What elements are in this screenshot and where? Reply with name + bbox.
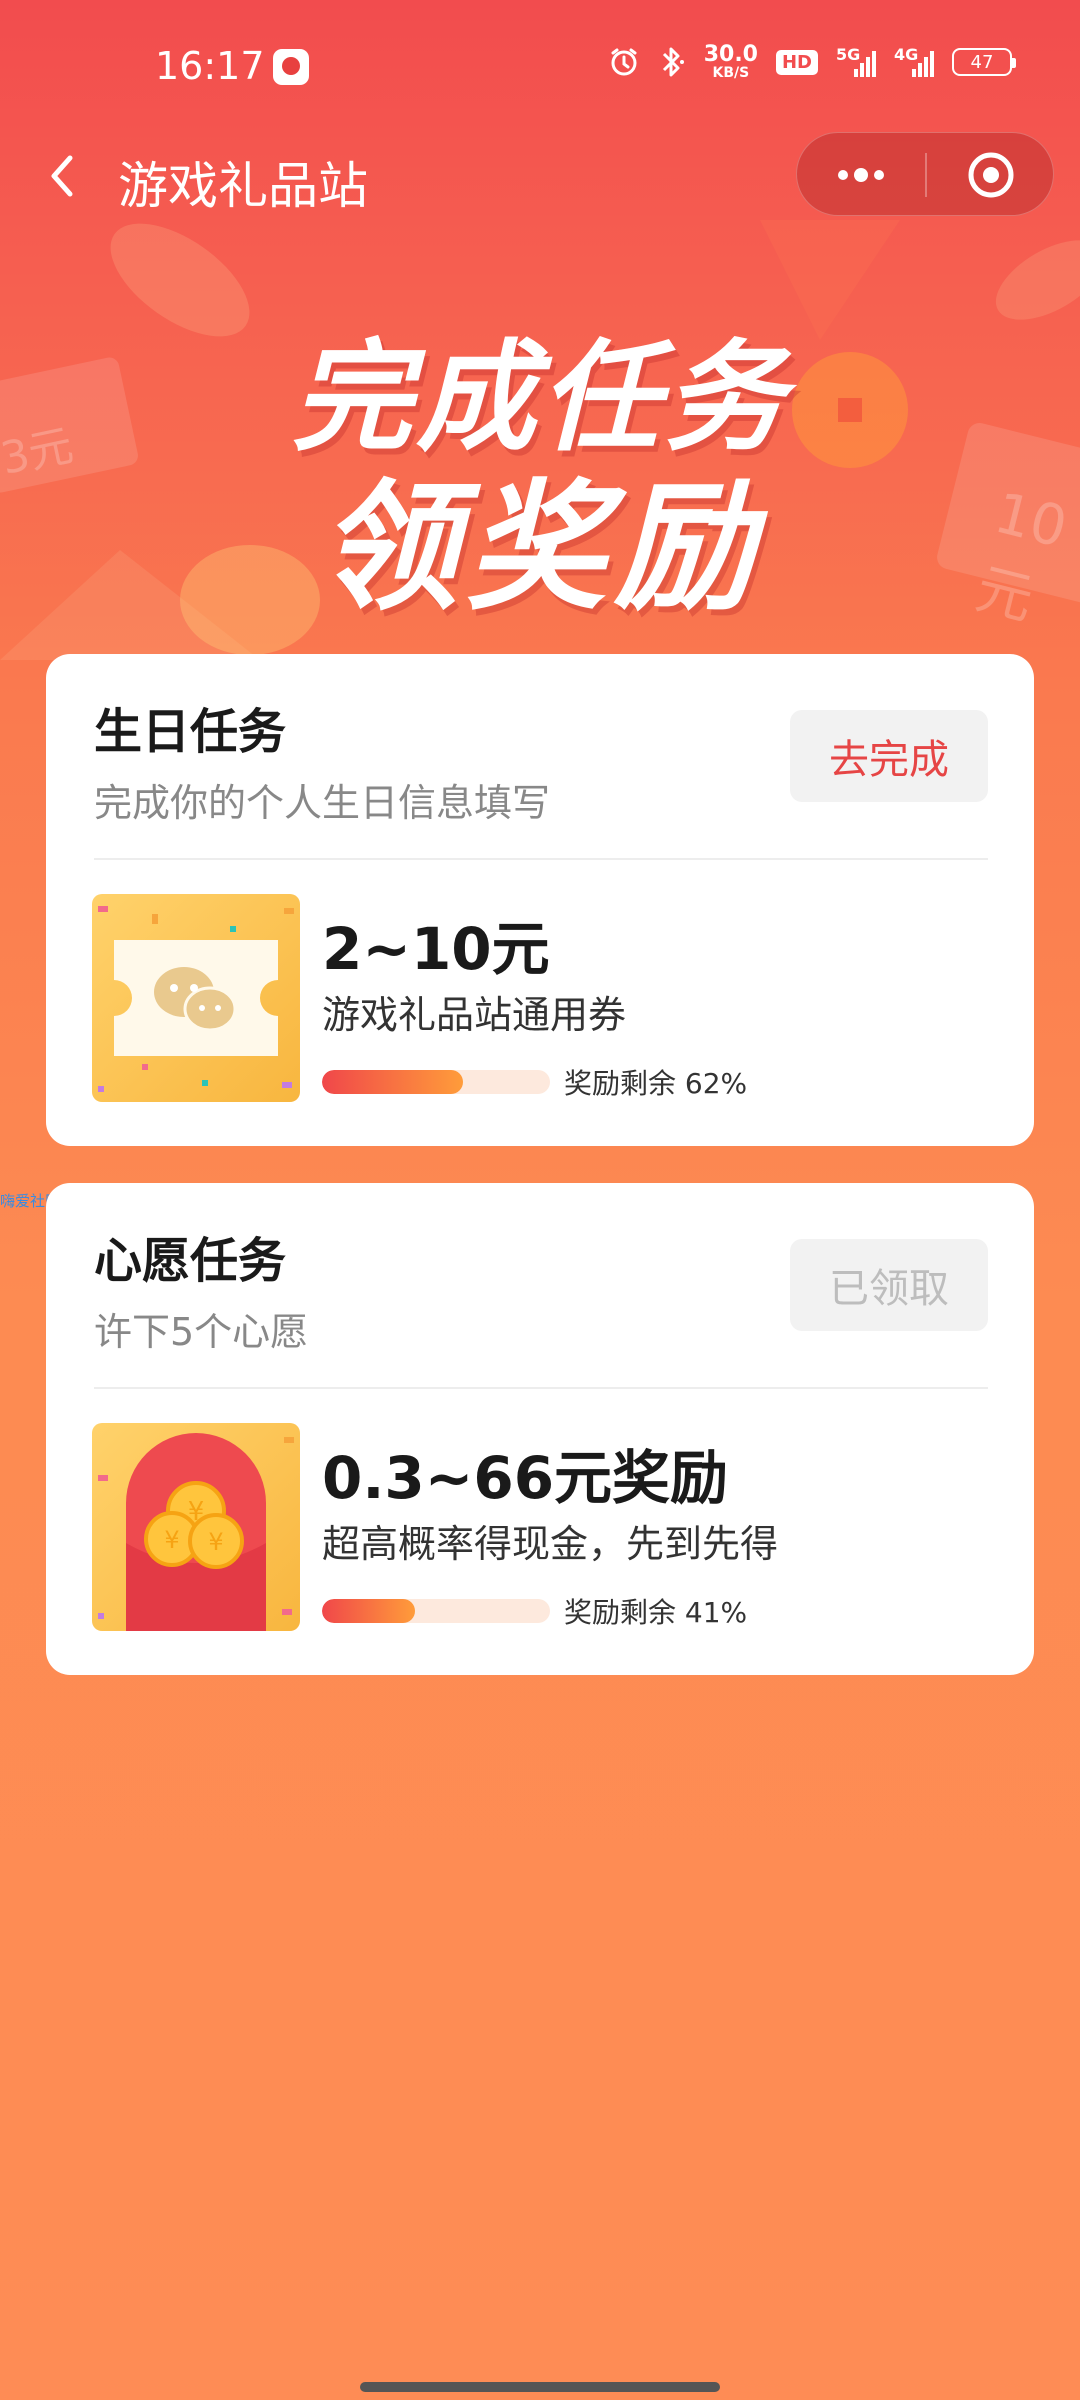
task-title: 生日任务 xyxy=(94,704,287,760)
status-bar: 16:17 30.0 KB/S HD 5G 4G 47 xyxy=(0,0,1080,130)
reward-progress-fill xyxy=(322,1599,416,1623)
task-desc: 完成你的个人生日信息填写 xyxy=(94,781,551,825)
reward-progress-fill xyxy=(322,1070,464,1094)
wechat-coupon-icon xyxy=(92,894,300,1102)
alarm-icon xyxy=(608,46,640,78)
reward-desc: 超高概率得现金，先到先得 xyxy=(322,1522,779,1566)
mini-program-capsule xyxy=(796,132,1054,216)
speed-unit: KB/S xyxy=(712,65,750,81)
reward-progress-bar xyxy=(322,1070,550,1094)
signal-5g-icon: 5G xyxy=(836,45,876,77)
speed-value: 30.0 xyxy=(703,42,758,67)
svg-text:¥: ¥ xyxy=(208,1528,223,1556)
task-title: 心愿任务 xyxy=(94,1233,287,1289)
red-envelope-coins-icon: ¥ ¥ ¥ xyxy=(92,1423,300,1631)
card-divider xyxy=(94,858,988,860)
reward-amount: 2~10元 xyxy=(322,915,550,983)
app-notification-icon xyxy=(273,49,309,85)
task-desc: 许下5个心愿 xyxy=(94,1310,309,1354)
network-speed: 30.0 KB/S xyxy=(703,42,758,81)
status-icons: 30.0 KB/S HD 5G 4G 47 xyxy=(608,42,1016,81)
more-dots-icon[interactable] xyxy=(797,133,925,217)
reward-progress-label: 奖励剩余 62% xyxy=(564,1067,748,1100)
claimed-button[interactable]: 已领取 xyxy=(790,1239,988,1331)
home-indicator[interactable] xyxy=(360,2382,720,2392)
hd-icon: HD xyxy=(775,49,818,75)
reward-progress-bar xyxy=(322,1599,550,1623)
svg-text:¥: ¥ xyxy=(188,1497,205,1527)
status-time: 16:17 xyxy=(155,44,265,88)
signal-4g-icon: 4G xyxy=(894,45,934,77)
chevron-left-icon[interactable] xyxy=(40,148,90,204)
target-close-icon[interactable] xyxy=(927,133,1055,217)
bluetooth-icon xyxy=(658,45,686,79)
task-card-wish: 心愿任务 许下5个心愿 已领取 ¥ ¥ ¥ 0.3~66元奖励 超高概率得现金，… xyxy=(46,1183,1034,1675)
reward-progress-label: 奖励剩余 41% xyxy=(564,1596,748,1629)
hero-banner: 3元 10元 完成任务 领奖励 xyxy=(0,220,1080,660)
reward-desc: 游戏礼品站通用券 xyxy=(322,993,627,1037)
card-divider xyxy=(94,1387,988,1389)
reward-amount: 0.3~66元奖励 xyxy=(322,1444,729,1512)
go-complete-button[interactable]: 去完成 xyxy=(790,710,988,802)
task-card-birthday: 生日任务 完成你的个人生日信息填写 去完成 2~10元 游戏礼品站通用券 奖励剩… xyxy=(46,654,1034,1146)
svg-text:¥: ¥ xyxy=(164,1526,179,1554)
banner-title-line2: 领奖励 xyxy=(317,467,762,630)
battery-icon: 47 xyxy=(952,48,1016,76)
page-title: 游戏礼品站 xyxy=(118,157,368,215)
nav-bar: 游戏礼品站 xyxy=(0,130,1080,220)
